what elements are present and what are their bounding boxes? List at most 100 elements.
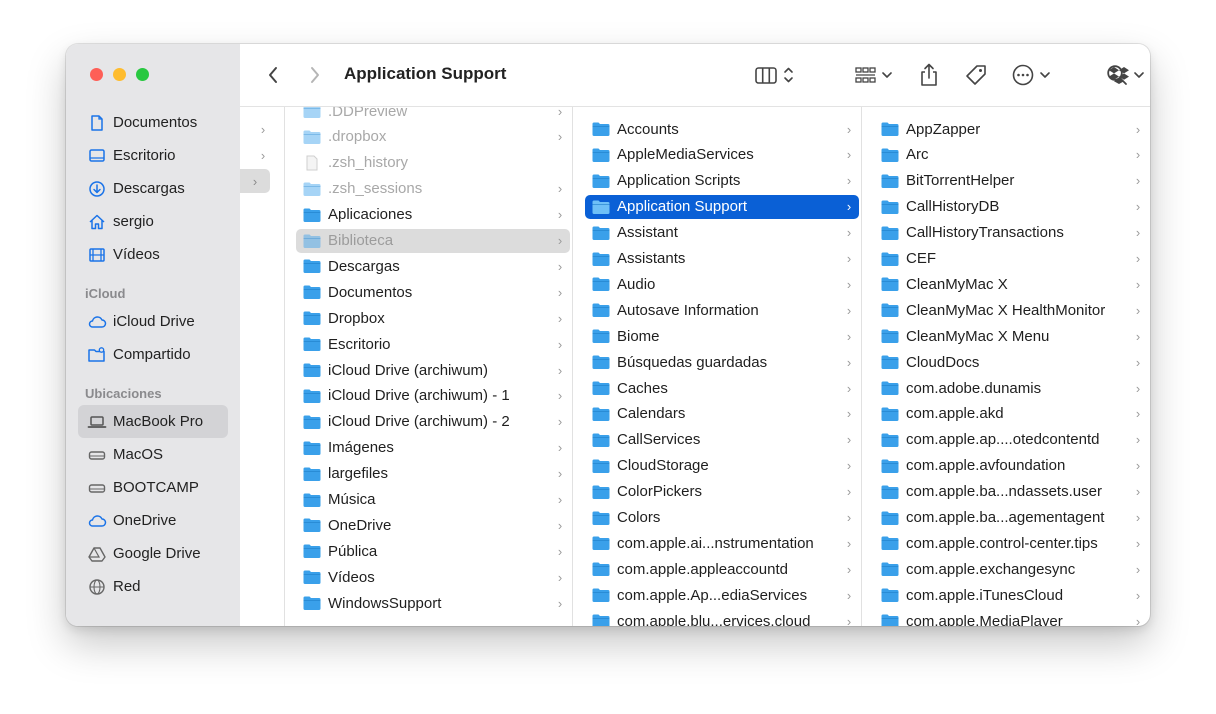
- folder-item[interactable]: Calendars ›: [585, 402, 859, 426]
- folder-item[interactable]: Imágenes ›: [296, 436, 570, 460]
- folder-item[interactable]: .zsh_sessions ›: [296, 177, 570, 201]
- folder-item[interactable]: com.apple.ap....otedcontentd ›: [874, 428, 1148, 452]
- more-actions-button[interactable]: [1010, 62, 1056, 88]
- sidebar-item-documentos[interactable]: Documentos: [78, 106, 228, 139]
- folder-item[interactable]: com.apple.control-center.tips ›: [874, 531, 1148, 555]
- item-name: AppleMediaServices: [617, 146, 754, 164]
- zoom-window-button[interactable]: [136, 68, 149, 81]
- folder-item[interactable]: Audio ›: [585, 272, 859, 296]
- sidebar-item-macos[interactable]: MacOS: [78, 438, 228, 471]
- folder-item[interactable]: Biome ›: [585, 324, 859, 348]
- folder-item[interactable]: com.apple.akd ›: [874, 402, 1148, 426]
- folder-item[interactable]: Dropbox ›: [296, 306, 570, 330]
- sidebar-item-google-drive[interactable]: Google Drive: [78, 537, 228, 570]
- close-window-button[interactable]: [90, 68, 103, 81]
- search-button[interactable]: [1106, 64, 1130, 88]
- item-name: com.apple.akd: [906, 405, 1004, 423]
- folder-item[interactable]: Application Support ›: [585, 194, 859, 219]
- folder-item[interactable]: AppZapper ›: [874, 117, 1148, 141]
- folder-icon: [880, 380, 900, 396]
- sidebar-item-descargas[interactable]: Descargas: [78, 172, 228, 205]
- google-drive-icon: [86, 543, 108, 565]
- folder-item[interactable]: com.apple.appleaccountd ›: [585, 557, 859, 581]
- sidebar-item-onedrive[interactable]: OneDrive: [78, 504, 228, 537]
- folder-item[interactable]: iCloud Drive (archiwum) - 2 ›: [296, 410, 570, 434]
- folder-item[interactable]: Colors ›: [585, 506, 859, 530]
- back-button[interactable]: [260, 62, 286, 88]
- folder-icon: [591, 535, 611, 551]
- folder-item[interactable]: OneDrive ›: [296, 513, 570, 537]
- view-mode-button[interactable]: [750, 62, 800, 88]
- folder-item[interactable]: Pública ›: [296, 539, 570, 563]
- sidebar-item-bootcamp[interactable]: BOOTCAMP: [78, 471, 228, 504]
- sidebar-item-sergio[interactable]: sergio: [78, 205, 228, 238]
- sidebar-item-label: Vídeos: [113, 246, 160, 263]
- folder-item[interactable]: .DDPreview ›: [296, 107, 570, 123]
- folder-item[interactable]: com.apple.iTunesCloud ›: [874, 583, 1148, 607]
- folder-item[interactable]: com.apple.exchangesync ›: [874, 557, 1148, 581]
- folder-item[interactable]: com.apple.ba...agementagent ›: [874, 506, 1148, 530]
- folder-item[interactable]: CallHistoryDB ›: [874, 195, 1148, 219]
- folder-item[interactable]: Accounts ›: [585, 117, 859, 141]
- drive-icon: [86, 477, 108, 499]
- group-button[interactable]: [850, 62, 898, 88]
- folder-item[interactable]: Biblioteca ›: [296, 228, 570, 253]
- folder-item[interactable]: Aplicaciones ›: [296, 203, 570, 227]
- chevron-right-icon: ›: [557, 440, 563, 456]
- folder-item[interactable]: com.apple.ba...ndassets.user ›: [874, 480, 1148, 504]
- folder-item[interactable]: ColorPickers ›: [585, 480, 859, 504]
- sidebar-item-red[interactable]: Red: [78, 570, 228, 603]
- chevron-right-icon: ›: [1135, 484, 1141, 500]
- sidebar-item-escritorio[interactable]: Escritorio: [78, 139, 228, 172]
- folder-item[interactable]: largefiles ›: [296, 462, 570, 486]
- folder-item[interactable]: BitTorrentHelper ›: [874, 169, 1148, 193]
- folder-item[interactable]: Música ›: [296, 488, 570, 512]
- folder-item[interactable]: WindowsSupport ›: [296, 591, 570, 615]
- folder-item[interactable]: Documentos ›: [296, 280, 570, 304]
- folder-item[interactable]: Caches ›: [585, 376, 859, 400]
- folder-item[interactable]: Assistant ›: [585, 221, 859, 245]
- minimize-window-button[interactable]: [113, 68, 126, 81]
- folder-item[interactable]: com.apple.MediaPlayer ›: [874, 609, 1148, 626]
- folder-item[interactable]: iCloud Drive (archiwum) - 1 ›: [296, 384, 570, 408]
- folder-item[interactable]: Vídeos ›: [296, 565, 570, 589]
- folder-item[interactable]: Application Scripts ›: [585, 169, 859, 193]
- folder-item[interactable]: CloudDocs ›: [874, 350, 1148, 374]
- folder-item[interactable]: CleanMyMac X HealthMonitor ›: [874, 298, 1148, 322]
- folder-item[interactable]: CleanMyMac X ›: [874, 272, 1148, 296]
- item-name: com.apple.ba...ndassets.user: [906, 483, 1102, 501]
- folder-item[interactable]: Búsquedas guardadas ›: [585, 350, 859, 374]
- file-item[interactable]: .zsh_history: [296, 151, 570, 175]
- folder-item[interactable]: iCloud Drive (archiwum) ›: [296, 358, 570, 382]
- sidebar-item-v-deos[interactable]: Vídeos: [78, 238, 228, 271]
- folder-item[interactable]: AppleMediaServices ›: [585, 143, 859, 167]
- folder-item[interactable]: com.apple.blu...ervices.cloud ›: [585, 609, 859, 626]
- sidebar-item-compartido[interactable]: Compartido: [78, 338, 228, 371]
- share-button[interactable]: [916, 60, 942, 90]
- folder-item[interactable]: .dropbox ›: [296, 125, 570, 149]
- sidebar-item-icloud-drive[interactable]: iCloud Drive: [78, 305, 228, 338]
- chevron-right-icon: ›: [846, 251, 852, 266]
- folder-item[interactable]: CloudStorage ›: [585, 454, 859, 478]
- folder-item[interactable]: Descargas ›: [296, 254, 570, 278]
- forward-button[interactable]: [302, 62, 328, 88]
- folder-item[interactable]: com.apple.avfoundation ›: [874, 454, 1148, 478]
- chevron-right-icon: ›: [846, 147, 852, 163]
- folder-item[interactable]: com.adobe.dunamis ›: [874, 376, 1148, 400]
- folder-item[interactable]: CleanMyMac X Menu ›: [874, 324, 1148, 348]
- folder-item[interactable]: CallServices ›: [585, 428, 859, 452]
- item-name: Biome: [617, 327, 660, 345]
- folder-item[interactable]: CEF ›: [874, 247, 1148, 271]
- group-icon: [855, 67, 892, 83]
- folder-item[interactable]: CallHistoryTransactions ›: [874, 221, 1148, 245]
- folder-item[interactable]: com.apple.Ap...ediaServices ›: [585, 583, 859, 607]
- folder-item[interactable]: Arc ›: [874, 143, 1148, 167]
- folder-item[interactable]: Assistants ›: [585, 247, 859, 271]
- folder-item[interactable]: com.apple.ai...nstrumentation ›: [585, 531, 859, 555]
- folder-item[interactable]: Autosave Information ›: [585, 298, 859, 322]
- tag-button[interactable]: [962, 62, 990, 88]
- root-path-item[interactable]: ›: [240, 169, 270, 193]
- folder-item[interactable]: Escritorio ›: [296, 332, 570, 356]
- item-name: CallHistoryTransactions: [906, 224, 1064, 242]
- sidebar-item-macbook-pro[interactable]: MacBook Pro: [78, 405, 228, 438]
